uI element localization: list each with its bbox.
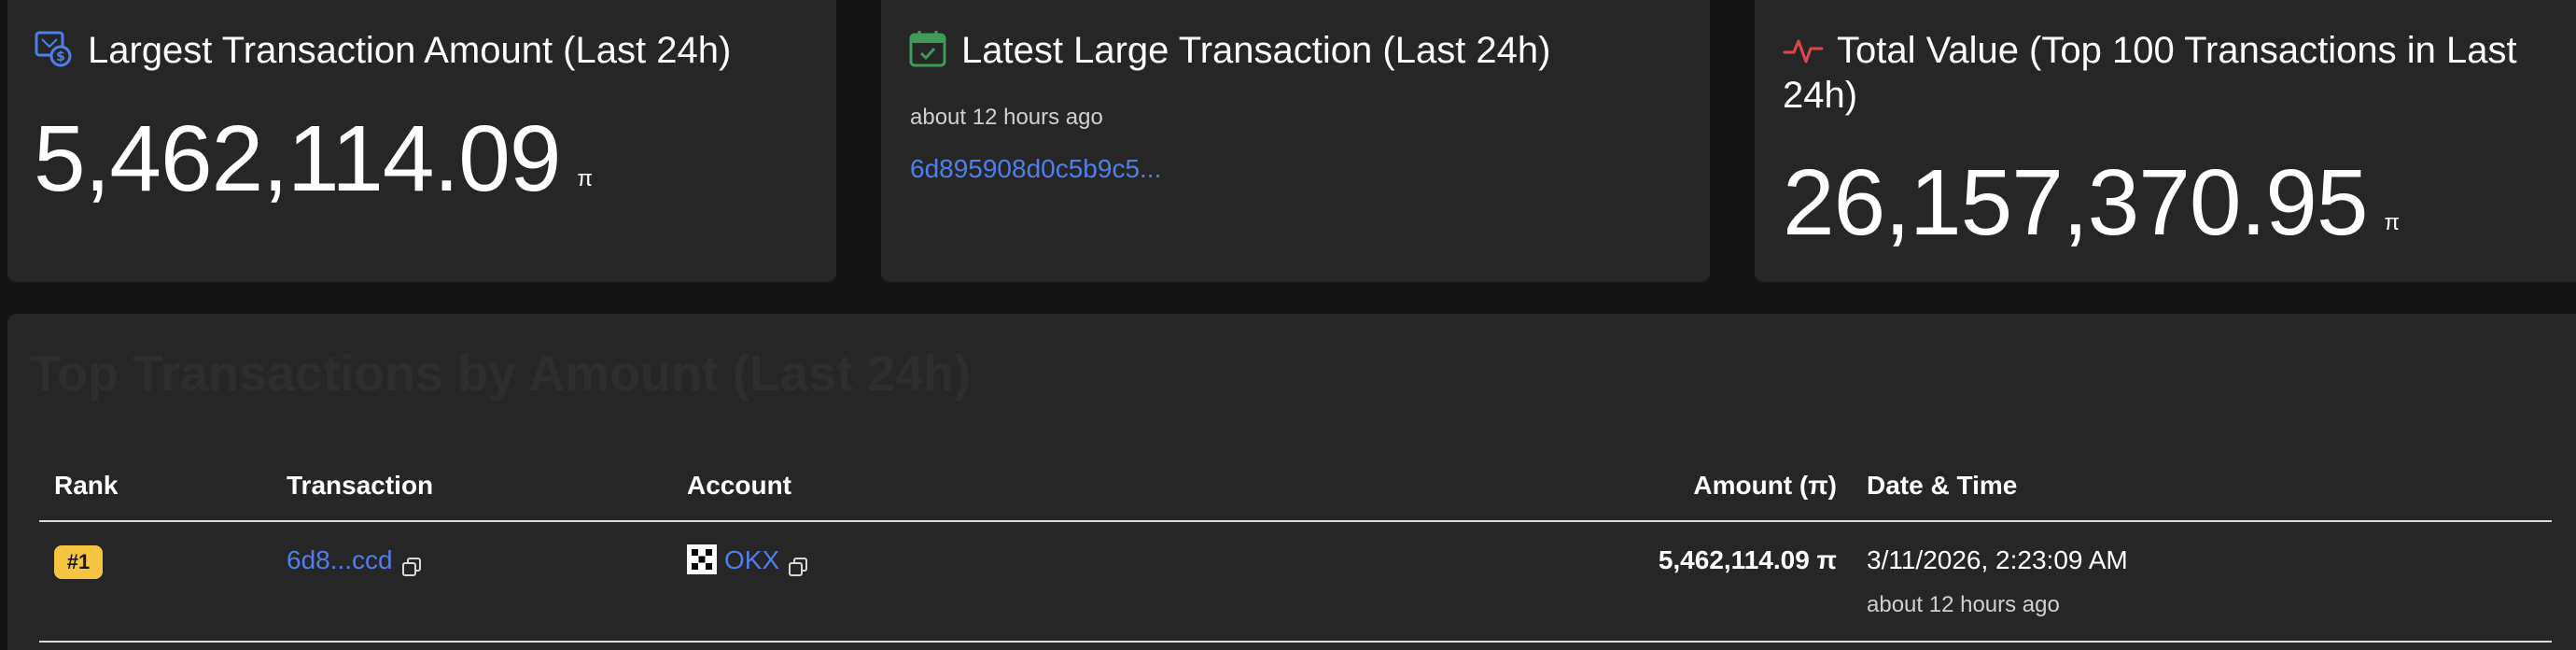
transaction-cell: 6d8...ccd: [287, 542, 423, 579]
column-header-rank: Rank: [54, 471, 119, 500]
column-header-date-time: Date & Time: [1867, 471, 2018, 500]
latest-transaction-hash-link[interactable]: 6d895908d0c5b9c5...: [910, 150, 1161, 188]
okx-logo-icon: [687, 544, 717, 574]
money-bag-icon: $: [34, 28, 75, 69]
account-link[interactable]: OKX: [724, 545, 779, 574]
largest-transaction-unit: π: [577, 166, 593, 191]
activity-pulse-icon: [1783, 30, 1824, 71]
datetime-relative: about 12 hours ago: [1867, 592, 2060, 617]
total-value-title: Total Value (Top 100 Transactions in Las…: [1783, 28, 2548, 118]
account-cell: OKX: [687, 542, 809, 579]
copy-icon[interactable]: [787, 551, 809, 576]
transaction-hash-link[interactable]: 6d8...ccd: [287, 545, 393, 574]
column-header-transaction: Transaction: [287, 471, 434, 500]
column-header-amount: Amount (π): [1693, 471, 1837, 500]
largest-transaction-value-row: 5,462,114.09 π: [34, 106, 593, 211]
latest-large-transaction-title-text: Latest Large Transaction (Last 24h): [961, 30, 1551, 71]
calendar-check-icon: [907, 28, 948, 69]
total-value-value-row: 26,157,370.95 π: [1783, 150, 2401, 255]
column-header-account: Account: [687, 471, 791, 500]
svg-text:$: $: [56, 49, 65, 64]
amount-cell: 5,462,114.09 π: [1658, 545, 1837, 574]
rank-badge: #1: [54, 545, 103, 579]
total-value-title-line2: 24h): [1783, 75, 1858, 116]
total-value-unit: π: [2384, 210, 2401, 235]
largest-transaction-title-text: Largest Transaction Amount (Last 24h): [88, 30, 732, 71]
total-value-value: 26,157,370.95: [1783, 150, 2369, 255]
top-transactions-title: Top Transactions by Amount (Last 24h): [30, 346, 972, 402]
datetime-cell: 3/11/2026, 2:23:09 AM: [1867, 545, 2128, 574]
total-value-title-line1: Total Value (Top 100 Transactions in Las…: [1837, 30, 2517, 71]
dashboard-page: $ Largest Transaction Amount (Last 24h) …: [0, 0, 2576, 650]
largest-transaction-value: 5,462,114.09: [34, 106, 561, 211]
largest-transaction-title: $ Largest Transaction Amount (Last 24h): [34, 28, 731, 73]
row-divider: [39, 641, 2552, 643]
latest-transaction-relative-time: about 12 hours ago: [910, 105, 1103, 130]
copy-icon[interactable]: [400, 551, 423, 576]
latest-large-transaction-title: Latest Large Transaction (Last 24h): [907, 28, 1550, 73]
header-divider: [39, 520, 2552, 522]
